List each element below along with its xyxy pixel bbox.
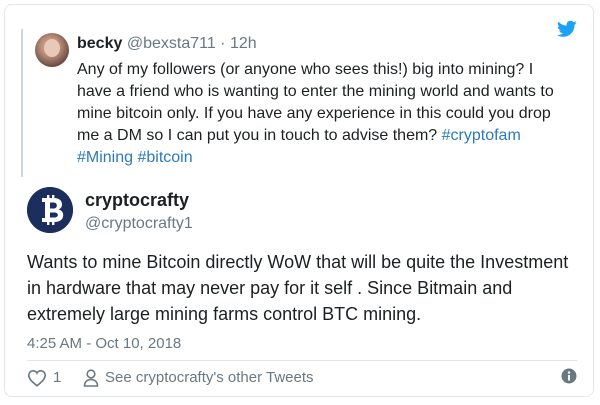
quoted-tweet-header: becky @bexsta711 · 12h: [77, 35, 257, 53]
quoted-author-name[interactable]: becky: [77, 35, 122, 52]
quote-bar: [21, 29, 23, 177]
avatar[interactable]: [35, 33, 69, 67]
quoted-tweet-text: Any of my followers (or anyone who sees …: [77, 59, 572, 169]
avatar[interactable]: [27, 187, 73, 233]
divider: [27, 360, 577, 361]
info-icon[interactable]: [561, 368, 577, 384]
heart-icon[interactable]: [27, 369, 47, 387]
hashtag-cryptofam[interactable]: #cryptofam: [442, 127, 521, 144]
other-tweets-link[interactable]: See cryptocrafty's other Tweets: [105, 369, 314, 386]
header-separator: ·: [220, 35, 230, 52]
embedded-tweet-card: becky @bexsta711 · 12h Any of my followe…: [4, 4, 594, 397]
quoted-tweet[interactable]: becky @bexsta711 · 12h Any of my followe…: [21, 19, 576, 177]
quoted-tweet-time[interactable]: 12h: [230, 35, 257, 52]
author-handle[interactable]: @cryptocrafty1: [85, 215, 193, 233]
person-icon[interactable]: [83, 369, 99, 387]
tweet-text: Wants to mine Bitcoin directly WoW that …: [27, 252, 569, 324]
quoted-author-handle[interactable]: @bexsta711: [127, 35, 216, 52]
author-name[interactable]: cryptocrafty: [85, 190, 189, 211]
hashtag-bitcoin[interactable]: #bitcoin: [137, 149, 192, 166]
hashtag-mining[interactable]: #Mining: [77, 149, 133, 166]
like-count[interactable]: 1: [53, 369, 61, 386]
bitcoin-icon: [27, 187, 73, 233]
tweet-timestamp[interactable]: 4:25 AM - Oct 10, 2018: [27, 335, 181, 352]
twitter-bird-icon[interactable]: [557, 20, 577, 38]
